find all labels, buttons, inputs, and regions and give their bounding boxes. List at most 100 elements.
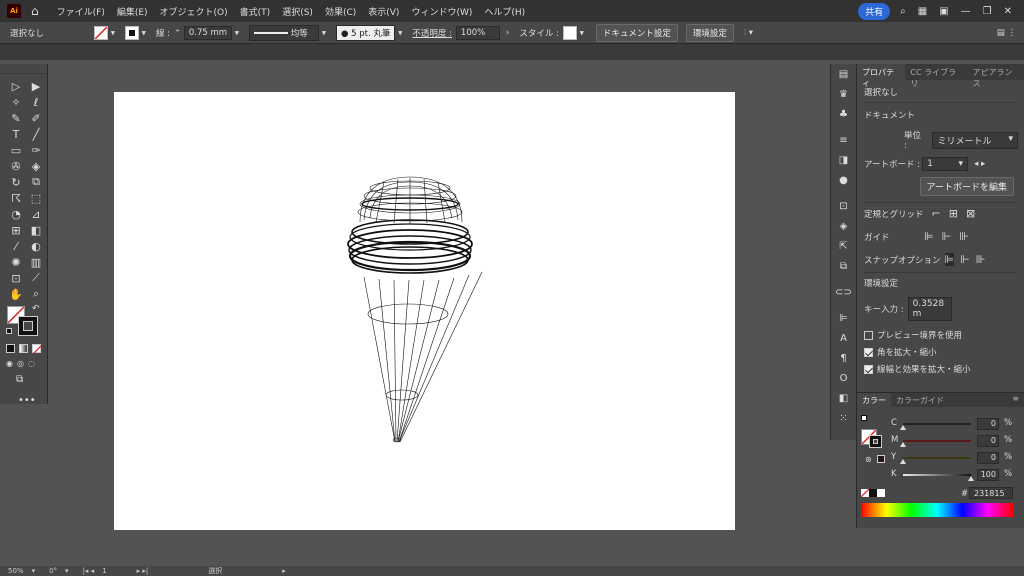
home-icon[interactable]: ⌂ bbox=[31, 4, 39, 18]
symbol-sprayer-icon[interactable]: ✺ bbox=[6, 254, 26, 270]
pen-tool-icon[interactable]: ✎ bbox=[6, 110, 26, 126]
swap-icon[interactable]: ↶ bbox=[32, 304, 40, 314]
align-panel-icon[interactable]: ⊫ bbox=[831, 308, 856, 328]
tab-cc-libraries[interactable]: CC ライブラリ bbox=[905, 64, 967, 88]
ruler-icon[interactable]: ⌐ bbox=[932, 207, 941, 220]
fill-stroke-widget[interactable]: ↶ bbox=[0, 304, 47, 344]
white-swatch[interactable] bbox=[877, 489, 885, 497]
snap-pixel-icon[interactable]: ⊩ bbox=[960, 253, 970, 266]
tab-appearance[interactable]: アピアランス bbox=[968, 64, 1024, 88]
snap-glyph-icon[interactable]: ⊪ bbox=[976, 253, 986, 266]
align-icon[interactable]: ⫶ ▾ bbox=[744, 28, 753, 38]
artboard-nav-next-icon[interactable]: ▸ ▸| bbox=[137, 567, 149, 575]
units-select[interactable]: ミリメートル ▾ bbox=[932, 131, 1018, 149]
eraser-icon[interactable]: ◈ bbox=[26, 158, 46, 174]
hand-tool-icon[interactable]: ✋ bbox=[6, 286, 26, 302]
preview-bounds-option[interactable]: プレビュー境界を使用 bbox=[864, 329, 1018, 341]
transform-icon[interactable]: ⧉ bbox=[831, 256, 856, 276]
document-setup-button[interactable]: ドキュメント設定 bbox=[595, 23, 678, 42]
curvature-tool-icon[interactable]: ✐ bbox=[26, 110, 46, 126]
selection-tool-icon[interactable]: ▷ bbox=[6, 78, 26, 94]
color-spectrum[interactable] bbox=[861, 503, 1013, 517]
hex-value-field[interactable]: 231815 bbox=[969, 487, 1013, 499]
type-tool-icon[interactable]: T bbox=[6, 126, 26, 142]
shaper-tool-icon[interactable]: ✇ bbox=[6, 158, 26, 174]
smart-guides-icon[interactable]: ⊪ bbox=[959, 230, 969, 243]
ice-cream-wireframe[interactable] bbox=[114, 92, 735, 530]
scale-strokes-checkbox[interactable] bbox=[864, 365, 873, 374]
fill-swatch[interactable]: ▾ bbox=[94, 25, 115, 40]
opacity-field[interactable]: 100% bbox=[455, 25, 500, 40]
rotation-dropdown-icon[interactable]: ▾ bbox=[65, 567, 69, 575]
gradient-mode-icon[interactable] bbox=[19, 344, 28, 353]
paintbrush-icon[interactable]: ✑ bbox=[26, 142, 46, 158]
grid-icon[interactable]: ⊞ bbox=[949, 207, 958, 220]
slider-handle[interactable] bbox=[900, 425, 906, 430]
symbols-icon[interactable]: ⁙ bbox=[831, 408, 856, 428]
tab-properties[interactable]: プロパティ bbox=[857, 64, 906, 88]
color-panel-menu-icon[interactable]: ≡ bbox=[1007, 393, 1024, 407]
draw-inside-icon[interactable]: ◌ bbox=[28, 359, 35, 368]
panel-menu-icon[interactable]: ▤ ⋮ bbox=[997, 28, 1016, 38]
zoom-tool-icon[interactable]: ⌕ bbox=[26, 286, 46, 302]
screen-mode-icon[interactable]: ⧉ bbox=[0, 374, 47, 385]
stroke-weight-value[interactable]: 0.75 mm bbox=[183, 25, 233, 40]
key-input-field[interactable]: 0.3528 m bbox=[907, 297, 952, 321]
tab-color-guide[interactable]: カラーガイド bbox=[891, 393, 949, 407]
minimize-icon[interactable]: — bbox=[961, 6, 971, 17]
channel-k-value[interactable]: 100 bbox=[977, 469, 999, 481]
export-icon[interactable]: ⇱ bbox=[831, 236, 856, 256]
stroke-color-swatch[interactable] bbox=[18, 316, 38, 336]
mesh-tool-icon[interactable]: ⊞ bbox=[6, 222, 26, 238]
gradient-panel-icon[interactable]: ◨ bbox=[831, 150, 856, 170]
menu-view[interactable]: 表示(V) bbox=[368, 5, 399, 18]
share-button[interactable]: 共有 bbox=[858, 2, 891, 20]
none-mode-icon[interactable] bbox=[32, 344, 42, 354]
slider-handle[interactable] bbox=[900, 459, 906, 464]
menu-window[interactable]: ウィンドウ(W) bbox=[411, 5, 472, 18]
menu-edit[interactable]: 編集(E) bbox=[117, 5, 148, 18]
lock-guides-icon[interactable]: ⊩ bbox=[942, 230, 952, 243]
free-transform-icon[interactable]: ⬚ bbox=[26, 190, 46, 206]
appearance-icon[interactable]: ♣ bbox=[831, 104, 856, 124]
brush-select[interactable]: ● 5 pt. 丸筆 ▾ bbox=[336, 24, 402, 41]
rotate-tool-icon[interactable]: ↻ bbox=[6, 174, 26, 190]
zoom-dropdown-icon[interactable]: ▾ bbox=[32, 567, 36, 575]
transparency-icon[interactable]: ● bbox=[831, 170, 856, 190]
stroke-panel-icon[interactable]: ≡ bbox=[831, 130, 856, 150]
menu-select[interactable]: 選択(S) bbox=[282, 5, 313, 18]
eyedropper-icon[interactable]: ⁄ bbox=[6, 238, 26, 254]
stroke-swatch[interactable]: ▾ bbox=[124, 25, 146, 40]
artboard-nav-first-icon[interactable]: |◂ ◂ bbox=[83, 567, 95, 575]
artboard-tool-icon[interactable]: ⊡ bbox=[6, 270, 26, 286]
warp-tool-icon[interactable]: ☈ bbox=[6, 190, 26, 206]
slice-tool-icon[interactable]: ⟋ bbox=[26, 270, 46, 286]
menu-file[interactable]: ファイル(F) bbox=[57, 5, 105, 18]
artboards-icon[interactable]: ⊡ bbox=[831, 196, 856, 216]
arrange-icon[interactable]: ▣ bbox=[939, 6, 948, 17]
line-style-select[interactable]: 均等 ▾ bbox=[249, 24, 326, 41]
lasso-icon[interactable]: ℓ bbox=[26, 94, 46, 110]
channel-k-slider[interactable] bbox=[903, 474, 974, 481]
snap-point-icon[interactable]: ⊫ bbox=[944, 253, 955, 266]
scale-corners-checkbox[interactable] bbox=[864, 348, 873, 357]
preview-bounds-checkbox[interactable] bbox=[864, 331, 873, 340]
workspace-icon[interactable]: ▦ bbox=[918, 6, 927, 17]
style-swatch[interactable]: ▾ bbox=[562, 25, 584, 40]
channel-y-slider[interactable] bbox=[900, 457, 971, 464]
preferences-button[interactable]: 環境設定 bbox=[685, 23, 734, 42]
menu-effect[interactable]: 効果(C) bbox=[325, 5, 356, 18]
pathfinder-icon[interactable]: ◧ bbox=[831, 388, 856, 408]
magic-wand-icon[interactable]: ✧ bbox=[6, 94, 26, 110]
none-swatch[interactable] bbox=[861, 489, 869, 497]
channel-y-value[interactable]: 0 bbox=[977, 452, 999, 464]
artboard-number[interactable]: 1 bbox=[102, 567, 106, 575]
perspective-grid-icon[interactable]: ⊿ bbox=[26, 206, 46, 222]
out-of-gamut-icon[interactable]: ⊛ bbox=[865, 455, 872, 464]
artboard-select[interactable]: 1 ▾ bbox=[922, 157, 969, 171]
opentype-icon[interactable]: O bbox=[831, 368, 856, 388]
slider-handle[interactable] bbox=[900, 442, 906, 447]
restore-icon[interactable]: ❐ bbox=[983, 6, 992, 17]
links-icon[interactable]: ⊂⊃ bbox=[831, 282, 856, 302]
menu-help[interactable]: ヘルプ(H) bbox=[484, 5, 525, 18]
